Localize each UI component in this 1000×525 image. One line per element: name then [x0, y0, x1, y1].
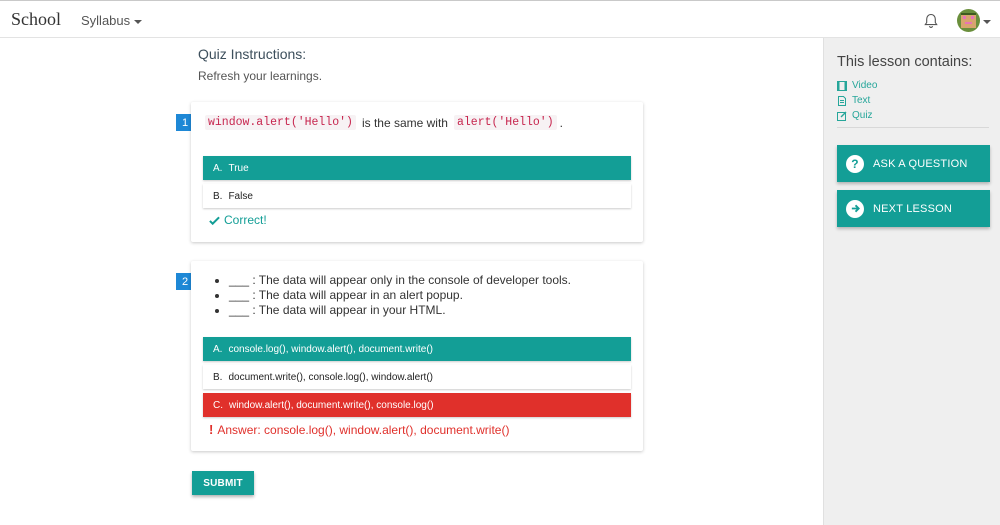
film-icon — [837, 80, 847, 91]
feedback-text: Correct! — [224, 213, 267, 227]
option-text: document.write(), console.log(), window.… — [228, 371, 433, 383]
question-1-text: window.alert('Hello') is the same with a… — [205, 115, 563, 130]
option-letter: B. — [213, 371, 223, 383]
answer-option-b[interactable]: B. False — [203, 184, 631, 208]
top-navbar: School Syllabus — [0, 0, 1000, 38]
avatar[interactable] — [957, 9, 980, 32]
syllabus-label: Syllabus — [81, 13, 131, 28]
quiz-instructions-title: Quiz Instructions: — [198, 46, 307, 62]
code-snippet: alert('Hello') — [453, 115, 557, 130]
brand-logo[interactable]: School — [11, 9, 61, 30]
option-text: window.alert(), document.write(), consol… — [229, 399, 434, 411]
next-lesson-label: NEXT LESSON — [873, 202, 953, 215]
question-text: is the same with — [361, 115, 448, 130]
option-letter: A. — [213, 343, 223, 355]
sidebar-item-quiz[interactable]: Quiz — [837, 108, 877, 123]
option-letter: A. — [213, 162, 223, 174]
sidebar-title: This lesson contains: — [837, 54, 973, 70]
answer-option-c[interactable]: C. window.alert(), document.write(), con… — [203, 393, 631, 417]
arrow-right-circle-icon — [846, 199, 864, 218]
code-snippet: window.alert('Hello') — [205, 115, 356, 130]
next-lesson-button[interactable]: NEXT LESSON — [837, 190, 990, 227]
question-text-end: . — [559, 115, 563, 130]
sidebar-item-label: Text — [852, 95, 871, 106]
chevron-down-icon — [134, 19, 143, 24]
option-letter: C. — [213, 399, 223, 411]
option-text: console.log(), window.alert(), document.… — [228, 343, 433, 355]
question-card-2: ___ : The data will appear only in the c… — [191, 261, 643, 451]
incorrect-feedback: ! Answer: console.log(), window.alert(),… — [209, 422, 509, 437]
quiz-instructions-subtitle: Refresh your learnings. — [198, 69, 323, 83]
avatar-chevron-down-icon[interactable] — [983, 20, 991, 24]
sidebar-item-text[interactable]: Text — [837, 93, 877, 108]
bullet-item: ___ : The data will appear in your HTML. — [229, 303, 571, 318]
checkmark-icon — [209, 216, 220, 225]
option-text: False — [228, 190, 253, 202]
bullet-item: ___ : The data will appear only in the c… — [229, 273, 571, 288]
question-card-1: window.alert('Hello') is the same with a… — [191, 102, 643, 242]
answer-option-a[interactable]: A. True — [203, 156, 631, 180]
document-icon — [838, 95, 846, 106]
exclamation-icon: ! — [209, 422, 214, 437]
lesson-sidebar: This lesson contains: Video Text Quiz ? … — [823, 38, 1000, 525]
user-avatar-icon — [957, 9, 980, 32]
option-text: True — [228, 162, 249, 174]
sidebar-divider — [837, 127, 989, 128]
question-circle-icon: ? — [846, 154, 864, 173]
correct-feedback: Correct! — [209, 213, 267, 227]
bell-icon[interactable] — [922, 12, 940, 30]
ask-question-label: ASK A QUESTION — [873, 157, 968, 170]
sidebar-item-label: Quiz — [852, 110, 873, 121]
answer-option-a[interactable]: A. console.log(), window.alert(), docume… — [203, 337, 631, 361]
lesson-contents-list: Video Text Quiz — [837, 78, 877, 123]
question-2-bullets: ___ : The data will appear only in the c… — [217, 273, 571, 318]
ask-question-button[interactable]: ? ASK A QUESTION — [837, 145, 990, 182]
syllabus-dropdown[interactable]: Syllabus — [81, 13, 143, 28]
answer-option-b[interactable]: B. document.write(), console.log(), wind… — [203, 365, 631, 389]
sidebar-item-video[interactable]: Video — [837, 78, 877, 93]
option-letter: B. — [213, 190, 223, 202]
feedback-text: Answer: console.log(), window.alert(), d… — [217, 422, 510, 437]
sidebar-item-label: Video — [852, 80, 878, 91]
bullet-item: ___ : The data will appear in an alert p… — [229, 288, 571, 303]
submit-button[interactable]: SUBMIT — [192, 471, 254, 495]
edit-icon — [837, 111, 847, 121]
